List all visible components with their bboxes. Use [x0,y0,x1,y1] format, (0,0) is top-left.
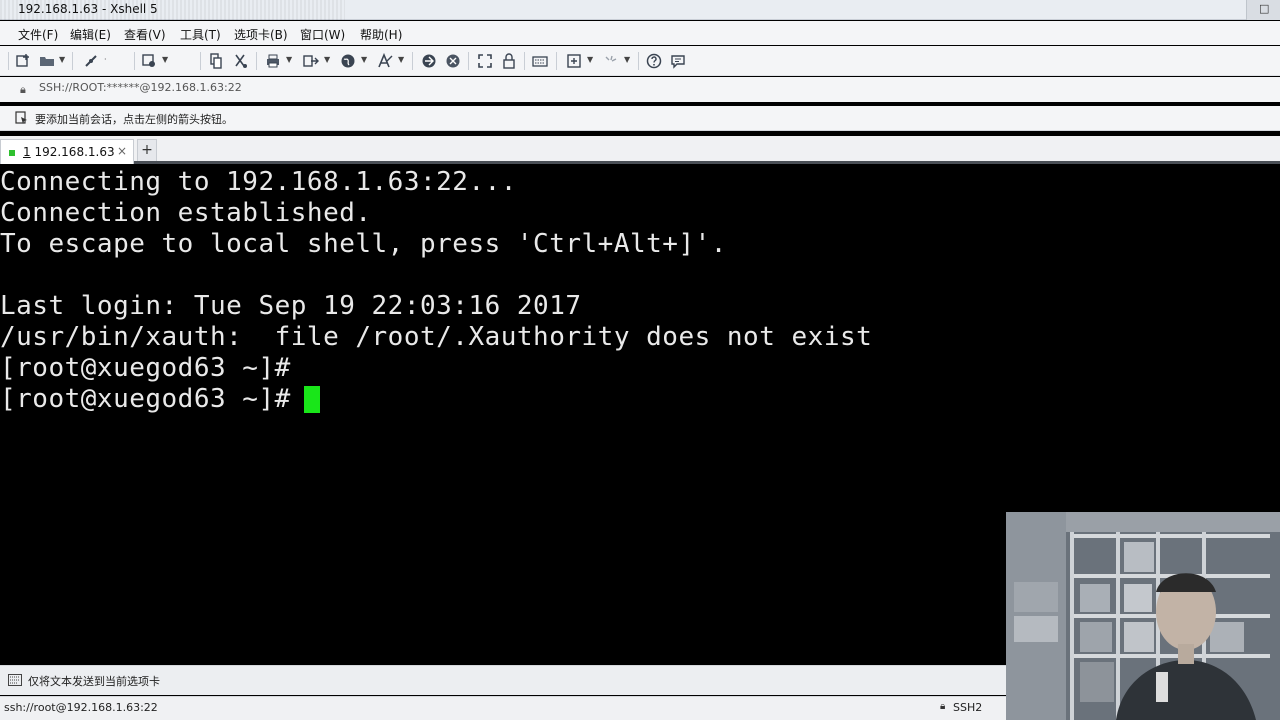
protocol-lock-icon: 🔒︎ [940,701,946,712]
terminal-line: [root@xuegod63 ~]# [0,353,291,383]
tab-number: 1 [23,145,31,159]
terminal-line: Last login: Tue Sep 19 22:03:16 2017 [0,291,582,321]
toolbar: ▼ · ▼ ▼ ▼ ▼ ▼ ▼ ▼ [0,46,1280,76]
toolbar-separator [8,52,9,70]
toolbar-separator [468,52,469,70]
compose-send-bar[interactable]: 仅将文本发送到当前选项卡 [0,665,1006,695]
print-icon[interactable] [264,52,282,70]
copy-icon[interactable] [207,52,225,70]
properties-dropdown-icon[interactable]: ▼ [162,55,168,64]
add-tab-button[interactable]: + [137,139,157,161]
terminal-line: Connecting to 192.168.1.63:22... [0,167,517,197]
webcam-scene [1006,512,1280,720]
open-dropdown-icon[interactable]: ▼ [59,55,65,64]
toolbar-separator [134,52,135,70]
maximize-button[interactable]: □ [1246,0,1280,20]
toolbar-separator [524,52,525,70]
xftp-icon[interactable] [420,52,438,70]
toolbar-separator [412,52,413,70]
toolbar-separator [72,52,73,70]
xmanager-icon[interactable] [444,52,462,70]
terminal-cursor [304,386,320,413]
status-bar: ssh://root@192.168.1.63:22 🔒︎ SSH2 [0,696,1006,720]
highlight-icon[interactable] [602,52,620,70]
print-dropdown-icon[interactable]: ▼ [286,55,292,64]
transfer-icon[interactable] [302,52,320,70]
font-dropdown-icon[interactable]: ▼ [398,55,404,64]
add-session-arrow-icon[interactable] [15,111,29,128]
tab-host: 192.168.1.63 [30,145,115,159]
session-hint-bar: 要添加当前会话，点击左侧的箭头按钮。 [0,106,1280,131]
address-bar[interactable]: 🔒︎ SSH://ROOT:******@192.168.1.63:22 [0,77,1280,102]
menu-bar: 文件(F) 编辑(E) 查看(V) 工具(T) 选项卡(B) 窗口(W) 帮助(… [0,21,1280,45]
toolbar-separator [200,52,201,70]
maximize-icon: □ [1259,2,1270,15]
properties-icon[interactable] [140,52,158,70]
lock-icon[interactable] [500,52,518,70]
menu-window[interactable]: 窗口(W) [300,26,345,43]
menu-tab[interactable]: 选项卡(B) [234,26,288,43]
highlight-dropdown-icon[interactable]: ▼ [624,55,630,64]
terminal-line: To escape to local shell, press 'Ctrl+Al… [0,229,727,259]
connected-status-icon [9,150,15,156]
address-field[interactable]: SSH://ROOT:******@192.168.1.63:22 [39,81,242,94]
compose-send-target-label: 仅将文本发送到当前选项卡 [28,675,160,688]
session-hint-text: 要添加当前会话，点击左侧的箭头按钮。 [35,113,233,126]
terminal-prompt-line: [root@xuegod63 ~]# [0,384,307,414]
reconnect-icon[interactable] [82,52,100,70]
protocol-label: SSH2 [953,701,983,714]
compose-icon[interactable] [565,52,583,70]
tab-session-1[interactable]: 1 192.168.1.63 × [0,139,134,164]
tab-bar: 1 192.168.1.63 × + [0,136,1280,164]
paste-icon[interactable] [232,52,250,70]
globe-icon[interactable] [339,52,357,70]
menu-tools[interactable]: 工具(T) [180,26,221,43]
new-session-icon[interactable] [14,52,32,70]
menu-edit[interactable]: 编辑(E) [70,26,111,43]
lock-icon: 🔒︎ [20,83,26,96]
menu-file[interactable]: 文件(F) [18,26,58,43]
window-title: 192.168.1.63 - Xshell 5 [18,2,158,16]
chat-icon[interactable] [669,52,687,70]
connection-status-text: ssh://root@192.168.1.63:22 [4,701,158,714]
toolbar-separator [256,52,257,70]
tab-label: 1 192.168.1.63 [23,145,115,159]
font-icon[interactable] [376,52,394,70]
open-folder-icon[interactable] [38,52,56,70]
webcam-overlay-image [1006,512,1280,720]
keyboard-icon[interactable] [531,52,549,70]
title-bar: 192.168.1.63 - Xshell 5 □ [0,0,1280,20]
toolbar-separator [556,52,557,70]
compose-dropdown-icon[interactable]: ▼ [587,55,593,64]
reconnect-dropdown-icon[interactable]: · [104,55,107,64]
terminal-line: /usr/bin/xauth: file /root/.Xauthority d… [0,322,873,352]
compose-bar-icon[interactable] [8,674,22,689]
menu-view[interactable]: 查看(V) [124,26,166,43]
tab-close-icon[interactable]: × [117,144,127,158]
fullscreen-icon[interactable] [476,52,494,70]
globe-dropdown-icon[interactable]: ▼ [361,55,367,64]
help-icon[interactable] [645,52,663,70]
transfer-dropdown-icon[interactable]: ▼ [324,55,330,64]
toolbar-separator [638,52,639,70]
terminal-line: Connection established. [0,198,372,228]
menu-help[interactable]: 帮助(H) [360,26,402,43]
